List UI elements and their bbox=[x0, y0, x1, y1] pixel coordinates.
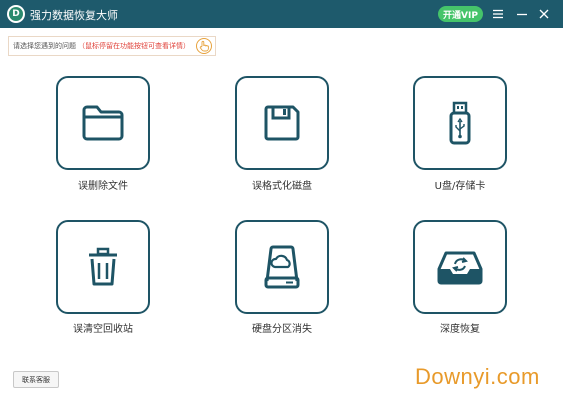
pointer-hand-icon bbox=[196, 38, 212, 54]
app-logo-letter: D bbox=[9, 7, 23, 21]
hard-disk-icon bbox=[264, 245, 300, 289]
tile-label[interactable]: 深度恢复 bbox=[400, 320, 520, 335]
hint-text: 请选择您遇到的问题 bbox=[13, 42, 76, 50]
deep-recovery-icon bbox=[437, 251, 483, 285]
tile-label[interactable]: 误清空回收站 bbox=[43, 320, 163, 335]
usb-drive-icon bbox=[449, 101, 471, 145]
tile-label[interactable]: U盘/存储卡 bbox=[400, 177, 520, 192]
tile-deleted-files[interactable] bbox=[56, 76, 150, 170]
app-logo-icon: D bbox=[7, 5, 25, 23]
tile-lost-partition[interactable] bbox=[235, 220, 329, 314]
minimize-icon[interactable] bbox=[515, 7, 529, 21]
hint-bar: 请选择您遇到的问题 （鼠标停留在功能按钮可查看详情） bbox=[8, 36, 216, 56]
watermark: Downyi.com bbox=[415, 364, 540, 389]
hint-detail: （鼠标停留在功能按钮可查看详情） bbox=[78, 42, 190, 50]
tile-deep-recovery[interactable] bbox=[413, 220, 507, 314]
folder-icon bbox=[82, 105, 124, 141]
trash-bin-icon bbox=[89, 247, 117, 286]
tile-formatted-disk[interactable] bbox=[235, 76, 329, 170]
vip-button[interactable]: 开通VIP bbox=[438, 6, 483, 22]
tile-label[interactable]: 误格式化磁盘 bbox=[222, 177, 342, 192]
floppy-disk-icon bbox=[264, 105, 300, 141]
tile-label[interactable]: 硬盘分区消失 bbox=[222, 320, 342, 335]
tile-label[interactable]: 误删除文件 bbox=[43, 177, 163, 192]
close-icon[interactable] bbox=[537, 7, 551, 21]
menu-icon[interactable] bbox=[491, 7, 505, 21]
window-title: 强力数据恢复大师 bbox=[30, 9, 118, 22]
title-bar: D 强力数据恢复大师 开通VIP bbox=[0, 0, 563, 28]
contact-support-button[interactable]: 联系客服 bbox=[13, 371, 59, 388]
tile-recycle-bin[interactable] bbox=[56, 220, 150, 314]
tile-usb-storage[interactable] bbox=[413, 76, 507, 170]
